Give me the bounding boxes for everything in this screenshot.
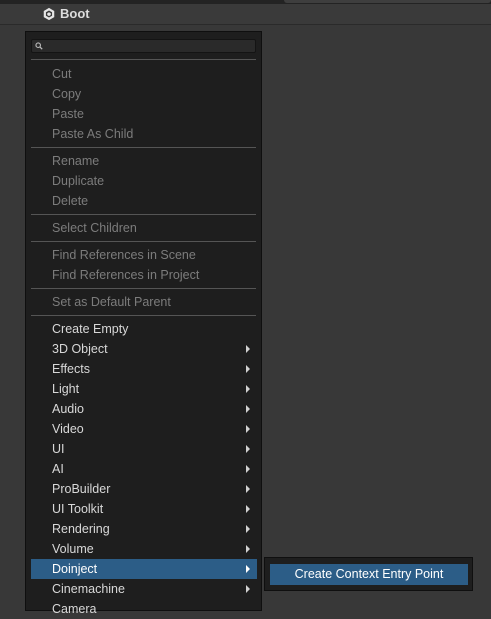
menu-item-delete[interactable]: Delete — [31, 191, 257, 211]
menu-item-paste-as-child[interactable]: Paste As Child — [31, 124, 257, 144]
menu-item-find-references-in-project[interactable]: Find References in Project — [31, 265, 257, 285]
menu-item-duplicate[interactable]: Duplicate — [31, 171, 257, 191]
menu-item-volume[interactable]: Volume — [31, 539, 257, 559]
hierarchy-header[interactable]: Boot — [0, 4, 491, 25]
menu-item-effects[interactable]: Effects — [31, 359, 257, 379]
chevron-right-icon — [246, 425, 250, 433]
chevron-right-icon — [246, 525, 250, 533]
chevron-right-icon — [246, 405, 250, 413]
menu-item-cut[interactable]: Cut — [31, 64, 257, 84]
menu-item-ui-toolkit[interactable]: UI Toolkit — [31, 499, 257, 519]
menu-item-rename[interactable]: Rename — [31, 151, 257, 171]
menu-item-light[interactable]: Light — [31, 379, 257, 399]
search-input[interactable] — [31, 39, 256, 53]
chevron-right-icon — [246, 345, 250, 353]
menu-item-doinject[interactable]: Doinject — [31, 559, 257, 579]
chevron-right-icon — [246, 545, 250, 553]
menu-separator — [31, 214, 256, 215]
menu-item-select-children[interactable]: Select Children — [31, 218, 257, 238]
menu-separator — [31, 288, 256, 289]
menu-item-video[interactable]: Video — [31, 419, 257, 439]
menu-item-create-empty[interactable]: Create Empty — [31, 319, 257, 339]
menu-separator — [31, 315, 256, 316]
menu-item-camera[interactable]: Camera — [31, 599, 257, 619]
chevron-right-icon — [246, 385, 250, 393]
menu-item-cinemachine[interactable]: Cinemachine — [31, 579, 257, 599]
chevron-right-icon — [246, 485, 250, 493]
menu-item-create-context-entry-point[interactable]: Create Context Entry Point — [270, 564, 468, 585]
menu-item-paste[interactable]: Paste — [31, 104, 257, 124]
doinject-submenu: Create Context Entry Point — [264, 557, 473, 591]
menu-item-ai[interactable]: AI — [31, 459, 257, 479]
tab-edge — [284, 0, 491, 3]
chevron-right-icon — [246, 585, 250, 593]
menu-item-ui[interactable]: UI — [31, 439, 257, 459]
scene-title: Boot — [60, 6, 90, 21]
menu-separator — [31, 241, 256, 242]
menu-item-copy[interactable]: Copy — [31, 84, 257, 104]
chevron-right-icon — [246, 465, 250, 473]
menu-separator — [31, 147, 256, 148]
chevron-right-icon — [246, 445, 250, 453]
menu-separator — [31, 59, 256, 60]
menu-item-set-as-default-parent[interactable]: Set as Default Parent — [31, 292, 257, 312]
menu-item-audio[interactable]: Audio — [31, 399, 257, 419]
unity-gameobject-icon — [43, 7, 55, 21]
chevron-right-icon — [246, 505, 250, 513]
menu-item-probuilder[interactable]: ProBuilder — [31, 479, 257, 499]
chevron-right-icon — [246, 365, 250, 373]
menu-item-3d-object[interactable]: 3D Object — [31, 339, 257, 359]
menu-item-rendering[interactable]: Rendering — [31, 519, 257, 539]
chevron-right-icon — [246, 565, 250, 573]
context-menu: Cut Copy Paste Paste As Child Rename Dup… — [25, 31, 262, 616]
search-icon — [35, 42, 43, 50]
menu-item-find-references-in-scene[interactable]: Find References in Scene — [31, 245, 257, 265]
